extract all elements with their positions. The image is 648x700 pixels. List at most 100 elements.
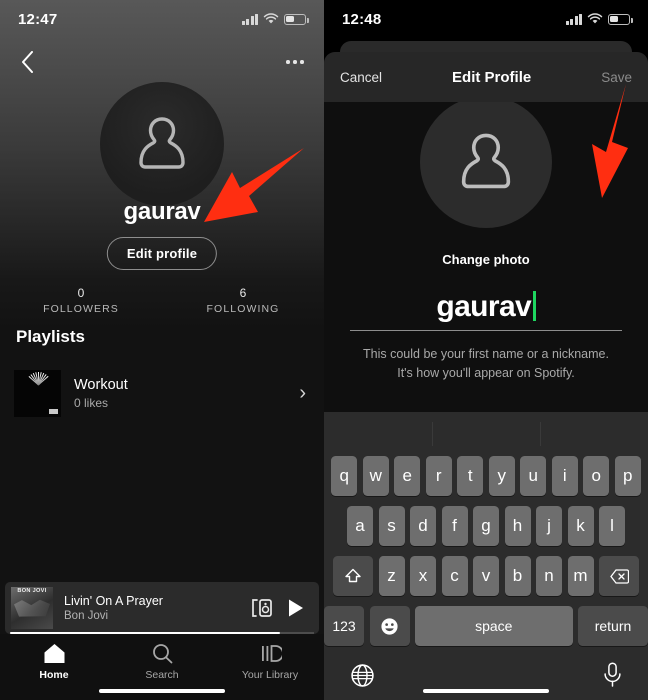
- key-k[interactable]: k: [567, 506, 594, 546]
- edit-profile-button[interactable]: Edit profile: [106, 237, 218, 270]
- name-field-wrapper[interactable]: gaurav: [350, 290, 622, 331]
- key-h[interactable]: h: [504, 506, 531, 546]
- key-n[interactable]: n: [536, 556, 562, 596]
- left-phone-profile-screen: 12:47 gaurav Edit profile 0 FOLLOWERS 6 …: [0, 0, 324, 700]
- dual-screenshot: 12:47 gaurav Edit profile 0 FOLLOWERS 6 …: [0, 0, 648, 700]
- chevron-right-icon[interactable]: ›: [299, 382, 310, 405]
- cancel-button[interactable]: Cancel: [340, 70, 382, 85]
- back-icon[interactable]: [14, 49, 40, 75]
- now-playing-meta: Livin' On A Prayer Bon Jovi: [64, 594, 251, 622]
- list-item-playlist[interactable]: Workout 0 likes ›: [0, 364, 324, 422]
- key-r[interactable]: r: [425, 456, 452, 496]
- suggestion-strip[interactable]: [324, 412, 648, 456]
- emoji-key[interactable]: [369, 606, 410, 646]
- key-v[interactable]: v: [473, 556, 499, 596]
- battery-icon: [608, 13, 633, 25]
- text-cursor: [533, 291, 536, 321]
- numbers-key[interactable]: 123: [324, 606, 364, 646]
- now-playing-artwork: BON JOVI: [11, 587, 53, 629]
- name-input-underline: [350, 330, 622, 331]
- track-title: Livin' On A Prayer: [64, 594, 163, 608]
- status-bar-left: 12:47: [0, 0, 324, 38]
- tab-search[interactable]: Search: [108, 643, 216, 681]
- following-stat[interactable]: 6 FOLLOWING: [162, 286, 324, 315]
- followers-count: 0: [77, 286, 85, 300]
- annotation-arrow-right: [592, 84, 628, 198]
- backspace-key[interactable]: [599, 556, 639, 596]
- key-o[interactable]: o: [583, 456, 610, 496]
- more-options-icon[interactable]: [280, 54, 310, 70]
- key-b[interactable]: b: [504, 556, 531, 596]
- playlist-artwork: [14, 369, 61, 417]
- change-photo-button[interactable]: Change photo: [324, 252, 648, 267]
- backspace-icon: [609, 568, 629, 584]
- modal-title: Edit Profile: [452, 68, 532, 86]
- key-d[interactable]: d: [410, 506, 436, 546]
- library-icon: [261, 645, 282, 662]
- following-count: 6: [239, 286, 247, 300]
- name-input-text: gaurav: [436, 290, 532, 323]
- cellular-signal-icon: [241, 13, 258, 25]
- key-p[interactable]: p: [614, 456, 641, 496]
- globe-icon[interactable]: [350, 663, 375, 688]
- key-z[interactable]: z: [378, 556, 405, 596]
- space-key[interactable]: space: [415, 606, 573, 646]
- keyboard-row-4: 123 space return: [324, 606, 648, 646]
- key-i[interactable]: i: [551, 456, 578, 496]
- keyboard-row-2: asdfghjkl: [324, 506, 648, 546]
- return-key[interactable]: return: [578, 606, 648, 646]
- right-phone-edit-profile-screen: 12:48 Cancel Edit Profile Save Change ph…: [324, 0, 648, 700]
- hint-line-1: This could be your first name or a nickn…: [363, 347, 609, 361]
- status-time-right: 12:48: [342, 10, 382, 28]
- home-indicator: [423, 688, 549, 693]
- playlist-meta: Workout 0 likes: [74, 377, 299, 410]
- key-a[interactable]: a: [347, 506, 373, 546]
- search-icon: [152, 644, 172, 664]
- keyboard-row-3: zxcvbnm: [324, 556, 648, 596]
- key-t[interactable]: t: [457, 456, 484, 496]
- edit-profile-avatar[interactable]: [420, 96, 552, 228]
- top-nav-row: [0, 44, 324, 80]
- tab-home[interactable]: Home: [0, 643, 108, 681]
- key-x[interactable]: x: [410, 556, 436, 596]
- key-y[interactable]: y: [488, 456, 515, 496]
- key-g[interactable]: g: [473, 506, 499, 546]
- key-u[interactable]: u: [520, 456, 547, 496]
- wifi-icon: [587, 13, 603, 24]
- microphone-icon[interactable]: [603, 662, 622, 688]
- key-e[interactable]: e: [394, 456, 421, 496]
- name-input-value[interactable]: gaurav: [350, 290, 622, 330]
- followers-label: FOLLOWERS: [43, 303, 119, 315]
- key-f[interactable]: f: [441, 506, 468, 546]
- person-placeholder-icon: [461, 133, 511, 189]
- album-art-text: BON JOVI: [17, 588, 47, 594]
- tab-home-label: Home: [39, 669, 69, 681]
- status-icons-right: [565, 13, 633, 25]
- name-field-hint: This could be your first name or a nickn…: [324, 345, 648, 384]
- tab-search-label: Search: [145, 669, 179, 681]
- track-artist: Bon Jovi: [64, 610, 109, 622]
- followers-stat[interactable]: 0 FOLLOWERS: [0, 286, 162, 315]
- key-s[interactable]: s: [378, 506, 405, 546]
- play-icon[interactable]: [287, 598, 305, 618]
- key-c[interactable]: c: [441, 556, 468, 596]
- status-icons: [241, 13, 309, 25]
- wifi-icon: [263, 13, 279, 24]
- shift-key[interactable]: [333, 556, 373, 596]
- on-screen-keyboard: qwertyuiop asdfghjkl zxcvbnm 123 space r…: [324, 412, 648, 700]
- home-indicator: [99, 688, 225, 693]
- now-playing-bar[interactable]: BON JOVI Livin' On A Prayer Bon Jovi: [5, 582, 319, 634]
- tab-your-library[interactable]: Your Library: [216, 643, 324, 681]
- key-l[interactable]: l: [599, 506, 625, 546]
- status-bar-right: 12:48: [324, 0, 648, 38]
- cellular-signal-icon: [565, 13, 582, 25]
- key-q[interactable]: q: [331, 456, 358, 496]
- battery-icon: [284, 13, 309, 25]
- connect-device-icon[interactable]: [251, 598, 273, 618]
- key-m[interactable]: m: [567, 556, 594, 596]
- home-icon: [44, 644, 64, 663]
- key-w[interactable]: w: [362, 456, 389, 496]
- following-label: FOLLOWING: [206, 303, 280, 315]
- hint-line-2: It's how you'll appear on Spotify.: [397, 366, 575, 381]
- key-j[interactable]: j: [536, 506, 562, 546]
